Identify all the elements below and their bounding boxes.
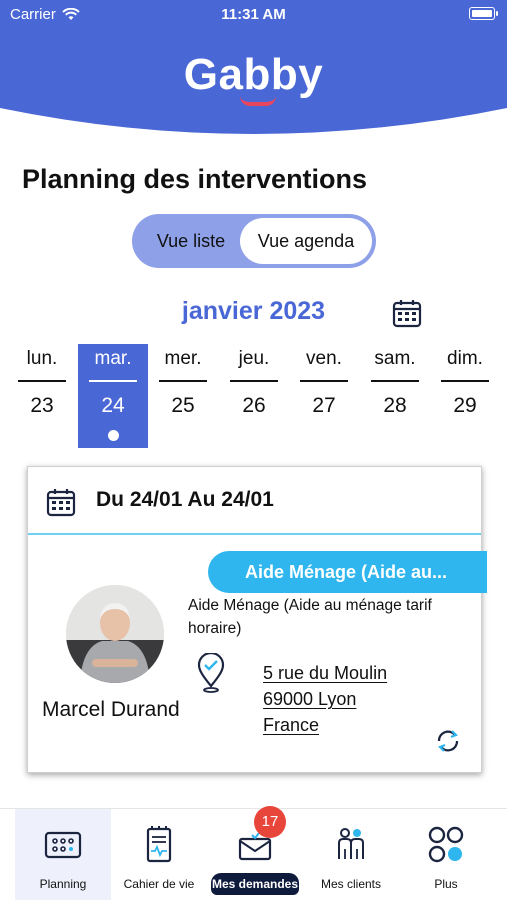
day-number: 24	[101, 394, 125, 417]
day-name: jeu.	[238, 348, 270, 369]
day-cell[interactable]: dim. 29	[430, 344, 500, 448]
day-cell[interactable]: mer. 25	[148, 344, 218, 448]
tab-mes-clients[interactable]: Mes clients	[303, 809, 399, 900]
day-name: ven.	[306, 348, 342, 369]
clients-icon	[338, 828, 364, 859]
day-name: lun.	[26, 348, 58, 369]
address-city[interactable]: 69000 Lyon	[263, 686, 387, 712]
notebook-icon	[146, 826, 172, 863]
client-avatar	[66, 585, 164, 683]
recurring-icon	[437, 730, 459, 752]
battery-icon	[469, 7, 498, 20]
more-icon	[428, 826, 464, 863]
client-name: Marcel Durand	[42, 698, 180, 721]
tab-label: Mes demandes	[211, 873, 299, 895]
day-number: 28	[383, 394, 407, 417]
notification-badge: 17	[254, 806, 286, 838]
tab-plus[interactable]: Plus	[398, 809, 494, 900]
day-cell[interactable]: jeu. 26	[219, 344, 289, 448]
week-strip: lun. 23 mar. 24 mer. 25 jeu. 26 ven. 27 …	[0, 344, 507, 448]
toggle-list-view[interactable]: Vue liste	[138, 218, 244, 264]
day-cell[interactable]: ven. 27	[289, 344, 359, 448]
day-name: mer.	[164, 348, 202, 369]
app-logo: Gabby	[183, 50, 324, 99]
day-number: 26	[242, 394, 266, 417]
day-name: sam.	[374, 348, 416, 369]
address-country[interactable]: France	[263, 712, 387, 738]
app-header: Carrier 11:31 AM Gabby	[0, 0, 507, 140]
client-photo	[66, 585, 164, 683]
day-cell-selected[interactable]: mar. 24	[78, 344, 148, 448]
day-number: 23	[30, 394, 54, 417]
day-cell[interactable]: lun. 23	[7, 344, 77, 448]
month-text: janvier 2023	[181, 297, 326, 325]
month-label: janvier 2023	[0, 297, 507, 326]
tab-cahier-de-vie[interactable]: Cahier de vie	[111, 809, 207, 900]
tab-planning[interactable]: Planning	[15, 809, 111, 900]
day-name: dim.	[447, 348, 483, 369]
card-header: Du 24/01 Au 24/01	[28, 467, 481, 535]
client-address[interactable]: 5 rue du Moulin 69000 Lyon France	[263, 660, 387, 738]
date-range: Du 24/01 Au 24/01	[96, 488, 274, 511]
calendar-icon	[46, 489, 76, 517]
day-number: 25	[171, 394, 195, 417]
page-title: Planning des interventions	[22, 164, 368, 194]
status-bar: Carrier 11:31 AM	[0, 6, 507, 26]
day-number: 29	[453, 394, 477, 417]
planning-icon	[44, 831, 82, 859]
tab-label: Planning	[39, 877, 87, 891]
service-badge: Aide Ménage (Aide au...	[208, 551, 487, 593]
status-time: 11:31 AM	[221, 6, 286, 23]
day-name: mar.	[94, 348, 132, 369]
toggle-agenda-view[interactable]: Vue agenda	[240, 218, 372, 264]
tab-label: Mes clients	[320, 877, 382, 891]
logo-smile-mark	[240, 96, 276, 106]
location-pin-icon	[197, 653, 225, 693]
event-dot-indicator	[107, 430, 119, 441]
tab-label: Plus	[434, 877, 458, 891]
tab-label: Cahier de vie	[123, 877, 195, 891]
calendar-picker-icon[interactable]	[392, 298, 422, 328]
address-street[interactable]: 5 rue du Moulin	[263, 660, 387, 686]
view-toggle: Vue liste Vue agenda	[132, 214, 376, 268]
day-number: 27	[312, 394, 336, 417]
service-description: Aide Ménage (Aide au ménage tarif horair…	[188, 597, 432, 637]
day-cell[interactable]: sam. 28	[360, 344, 430, 448]
